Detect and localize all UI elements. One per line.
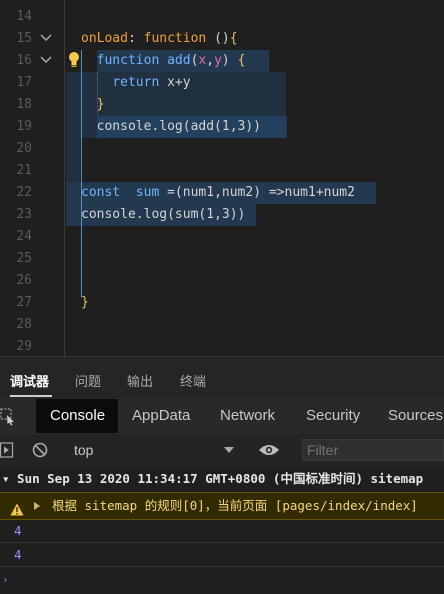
prompt-caret-icon: › (2, 573, 9, 586)
code-token: console.log(sum(1,3)) (81, 207, 246, 222)
console-output: ▾ Sun Sep 13 2020 11:34:17 GMT+0800 (中国标… (0, 466, 444, 594)
console-prompt[interactable]: › (0, 568, 444, 592)
line-number: 14 (16, 9, 32, 24)
code-token: ) (221, 53, 238, 68)
warning-text: 根据 sitemap 的规则[0]，当前页面 [pages/index/inde… (52, 498, 418, 513)
clear-console-icon[interactable] (32, 442, 48, 458)
context-selector[interactable]: top (74, 442, 93, 458)
chevron-down-icon[interactable] (224, 447, 234, 453)
inspect-element-icon[interactable] (0, 406, 16, 426)
code-token: y (214, 53, 222, 68)
tab-network[interactable]: Network (220, 407, 275, 424)
log-value: 4 (14, 523, 22, 538)
selection-line-20 (66, 138, 80, 182)
tab-appdata[interactable]: AppData (132, 407, 190, 424)
code-token: =(num1,num2) =>num1+num2 (159, 185, 355, 200)
line-number: 23 (16, 207, 32, 222)
code-token: function (96, 53, 160, 68)
code-token: { (229, 31, 238, 46)
code-line[interactable]: const sum =(num1,num2) =>num1+num2 (81, 182, 355, 204)
code-token: const (81, 185, 121, 200)
tab-security[interactable]: Security (306, 407, 360, 424)
filter-input[interactable] (302, 439, 444, 461)
console-toolbar: top (0, 434, 444, 467)
show-sidebar-icon[interactable] (0, 442, 16, 458)
tab-terminal[interactable]: 终端 (180, 371, 206, 390)
devtools-tab-bar: Console AppData Network Security Sources (0, 398, 444, 435)
log-value: 4 (14, 547, 22, 562)
date-line-text: ▾ Sun Sep 13 2020 11:34:17 GMT+0800 (中国标… (2, 471, 424, 486)
code-token: console.log(add(1,3)) (81, 119, 262, 134)
code-token: x+y (159, 75, 191, 90)
code-token: { (237, 53, 246, 68)
tab-sources[interactable]: Sources (388, 407, 443, 424)
active-tab-indicator (10, 395, 52, 397)
console-warning-row[interactable]: 根据 sitemap 的规则[0]，当前页面 [pages/index/inde… (0, 492, 444, 520)
line-number: 16 (16, 53, 32, 68)
line-number: 29 (16, 339, 32, 354)
code-editor[interactable]: 14 15 onLoad: function (){16 function add(… (0, 0, 444, 356)
fold-chevron-icon[interactable] (40, 28, 54, 50)
gutter-separator (64, 0, 65, 356)
code-token: } (81, 295, 89, 310)
code-token: add (167, 53, 191, 68)
log-entry: 4 (0, 544, 444, 567)
eye-icon[interactable] (258, 443, 280, 457)
line-number: 21 (16, 163, 32, 178)
code-line[interactable]: function add(x,y) { (81, 50, 246, 72)
line-number: 26 (16, 273, 32, 288)
code-token: , (206, 53, 215, 68)
code-token: onLoad (81, 31, 128, 46)
tab-output[interactable]: 输出 (127, 371, 153, 390)
line-number: 20 (16, 141, 32, 156)
tab-problems[interactable]: 问题 (75, 371, 101, 390)
line-number: 25 (16, 251, 32, 266)
code-token: } (96, 97, 105, 112)
code-line[interactable]: onLoad: function (){ (81, 28, 238, 50)
lightbulb-icon[interactable] (67, 50, 81, 70)
line-number: 28 (16, 317, 32, 332)
code-line[interactable]: console.log(sum(1,3)) (81, 204, 245, 226)
fold-chevron-icon[interactable] (40, 50, 54, 72)
code-token: return (112, 75, 160, 90)
console-date-group[interactable]: ▾ Sun Sep 13 2020 11:34:17 GMT+0800 (中国标… (0, 466, 444, 493)
code-token: () (206, 31, 230, 46)
panel-tab-bar: 调试器 问题 输出 终端 (0, 356, 444, 399)
code-token: function (143, 31, 207, 46)
code-line[interactable]: return x+y (81, 72, 191, 94)
code-line[interactable]: } (81, 94, 105, 116)
line-number: 17 (16, 75, 32, 90)
tab-debugger[interactable]: 调试器 (10, 371, 49, 390)
code-line[interactable]: console.log(add(1,3)) (81, 116, 261, 138)
line-number: 19 (16, 119, 32, 134)
line-number: 22 (16, 185, 32, 200)
code-token: : (127, 31, 144, 46)
line-number: 24 (16, 229, 32, 244)
line-number: 15 (16, 31, 32, 46)
expand-arrow-icon[interactable] (34, 502, 40, 510)
log-entry: 4 (0, 520, 444, 543)
tab-console[interactable]: Console (50, 407, 105, 424)
warning-icon (10, 499, 24, 516)
line-number: 18 (16, 97, 32, 112)
line-number: 27 (16, 295, 32, 310)
code-token: sum (135, 185, 160, 200)
code-line[interactable]: } (81, 292, 89, 314)
